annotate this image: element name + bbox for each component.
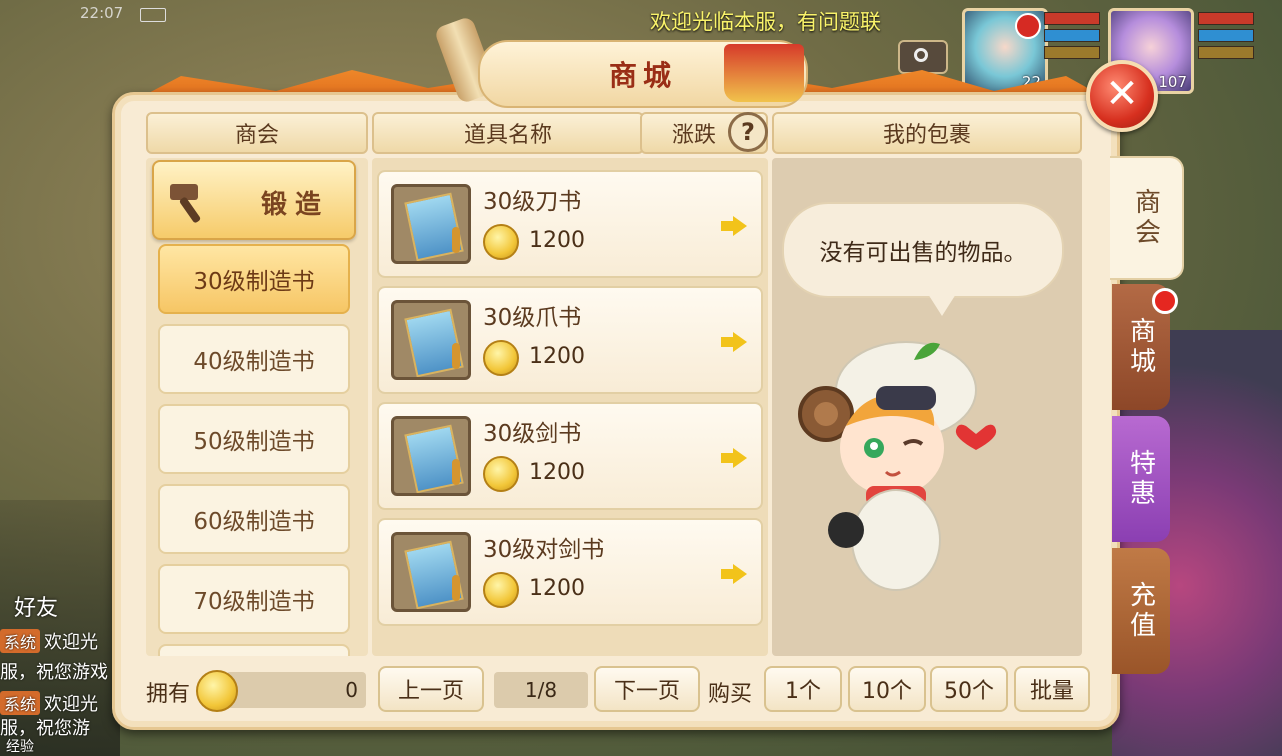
- item-price: 1200: [529, 460, 585, 485]
- portrait-2-bars: [1198, 12, 1254, 63]
- category-level-40[interactable]: 40级制造书: [158, 324, 350, 394]
- claw-book-icon: [391, 300, 471, 380]
- shop-item[interactable]: 30级爪书 1200: [377, 286, 763, 394]
- item-name: 30级刀书: [483, 189, 582, 215]
- camera-icon[interactable]: [898, 40, 948, 74]
- item-name: 30级对剑书: [483, 537, 605, 563]
- owned-label: 拥有: [146, 682, 191, 707]
- hammer-icon: [170, 184, 201, 223]
- coin-icon: [483, 456, 519, 492]
- close-button[interactable]: ✕: [1086, 60, 1158, 132]
- category-next-partial[interactable]: [158, 644, 350, 656]
- header-guild: 商会: [146, 112, 368, 154]
- arrow-right-icon: [721, 564, 747, 584]
- chat-line: 系统 欢迎光: [0, 628, 98, 654]
- help-button[interactable]: ?: [728, 112, 768, 152]
- page-indicator: 1/8: [494, 672, 588, 708]
- marquee-text: 欢迎光临本服，有问题联: [650, 10, 881, 34]
- portrait-1-bars: [1044, 12, 1100, 63]
- dual-sword-book-icon: [391, 532, 471, 612]
- item-price: 1200: [529, 344, 585, 369]
- arrow-right-icon: [721, 332, 747, 352]
- sheep-mascot-icon: [798, 341, 997, 591]
- blade-book-icon: [391, 184, 471, 264]
- forge-button[interactable]: 锻造: [152, 160, 356, 240]
- buy-50-button[interactable]: 50个: [930, 666, 1008, 712]
- tab-guild-shop[interactable]: 商会: [1110, 156, 1184, 280]
- sword-book-icon: [391, 416, 471, 496]
- category-level-60[interactable]: 60级制造书: [158, 484, 350, 554]
- shop-item[interactable]: 30级刀书 1200: [377, 170, 763, 278]
- tab-recharge[interactable]: 充值: [1112, 548, 1170, 674]
- header-bag: 我的包裹: [772, 112, 1082, 154]
- arrow-right-icon: [721, 216, 747, 236]
- panel-title: 商城: [608, 59, 677, 92]
- buy-10-button[interactable]: 10个: [848, 666, 926, 712]
- team-portrait-1[interactable]: 22: [962, 8, 1048, 94]
- friends-button[interactable]: 好友: [14, 590, 58, 622]
- coin-icon: [483, 572, 519, 608]
- owned-amount: 0: [226, 672, 366, 708]
- chat-tag: 系统: [0, 629, 41, 653]
- empty-bag-message: 没有可出售的物品。: [782, 202, 1064, 298]
- header-item-name: 道具名称: [372, 112, 644, 154]
- chat-tag: 系统: [0, 691, 41, 715]
- shop-item[interactable]: 30级对剑书 1200: [377, 518, 763, 626]
- shop-item[interactable]: 30级剑书 1200: [377, 402, 763, 510]
- bubble-tail: [928, 294, 956, 316]
- forge-label: 锻造: [260, 190, 329, 220]
- item-name: 30级爪书: [483, 305, 582, 331]
- bulk-buy-button[interactable]: 批量: [1014, 666, 1090, 712]
- arrow-right-icon: [721, 448, 747, 468]
- category-level-50[interactable]: 50级制造书: [158, 404, 350, 474]
- chat-line: 系统 欢迎光: [0, 690, 98, 716]
- category-level-70[interactable]: 70级制造书: [158, 564, 350, 634]
- prev-page-button[interactable]: 上一页: [378, 666, 484, 712]
- category-level-30[interactable]: 30级制造书: [158, 244, 350, 314]
- portrait-level: 107: [1158, 73, 1187, 91]
- item-name: 30级剑书: [483, 421, 582, 447]
- buy-1-button[interactable]: 1个: [764, 666, 842, 712]
- chat-text: 欢迎光: [44, 632, 99, 653]
- item-price: 1200: [529, 228, 585, 253]
- chat-text: 服，祝您游戏: [0, 662, 108, 683]
- shop-house-decoration: [724, 44, 804, 102]
- coin-icon: [483, 224, 519, 260]
- notification-dot-icon: [1152, 288, 1178, 314]
- alert-dot-icon: [1015, 13, 1041, 39]
- chat-line: 服，祝您游戏: [0, 658, 108, 684]
- next-page-button[interactable]: 下一页: [594, 666, 700, 712]
- item-price: 1200: [529, 576, 585, 601]
- status-time: 22:07: [80, 4, 124, 22]
- chat-text: 欢迎光: [44, 694, 99, 715]
- tab-deals[interactable]: 特惠: [1112, 416, 1170, 542]
- exp-label: 经验: [6, 739, 34, 755]
- buy-label: 购买: [708, 682, 753, 707]
- coin-icon: [196, 670, 238, 712]
- coin-icon: [483, 340, 519, 376]
- battery-icon: [140, 8, 166, 22]
